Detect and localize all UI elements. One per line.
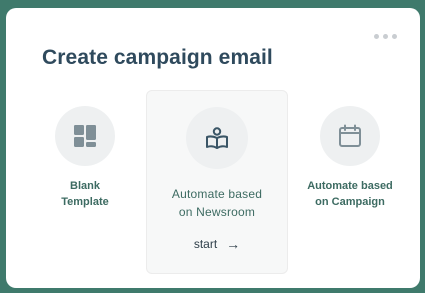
option-campaign-label: Automate based on Campaign bbox=[292, 178, 408, 210]
option-newsroom[interactable]: Automate based on Newsroom start → bbox=[146, 90, 288, 274]
label-line: Template bbox=[61, 196, 109, 208]
book-reader-icon bbox=[186, 107, 248, 169]
option-blank-label: Blank Template bbox=[30, 178, 140, 210]
option-blank-template[interactable]: Blank Template bbox=[30, 106, 140, 246]
option-campaign[interactable]: Automate based on Campaign bbox=[292, 106, 408, 246]
arrow-right-icon: → bbox=[226, 236, 241, 252]
dialog-title: Create campaign email bbox=[42, 46, 273, 69]
start-label: start bbox=[193, 237, 218, 251]
label-line: Automate based bbox=[171, 187, 263, 201]
layout-grid-icon bbox=[55, 106, 115, 166]
label-line: on Campaign bbox=[315, 196, 385, 208]
more-dot bbox=[383, 33, 388, 39]
more-dot bbox=[374, 33, 379, 39]
label-line: Blank bbox=[70, 180, 100, 192]
calendar-icon bbox=[320, 106, 380, 166]
more-dot bbox=[392, 33, 397, 39]
label-line: Automate based bbox=[307, 180, 393, 192]
create-campaign-dialog: Create campaign email Blank Template Aut… bbox=[6, 8, 420, 288]
option-newsroom-label: Automate based on Newsroom bbox=[147, 185, 287, 221]
label-line: on Newsroom bbox=[178, 205, 256, 219]
start-button[interactable]: start → bbox=[147, 237, 287, 251]
more-options-button[interactable] bbox=[374, 32, 404, 40]
